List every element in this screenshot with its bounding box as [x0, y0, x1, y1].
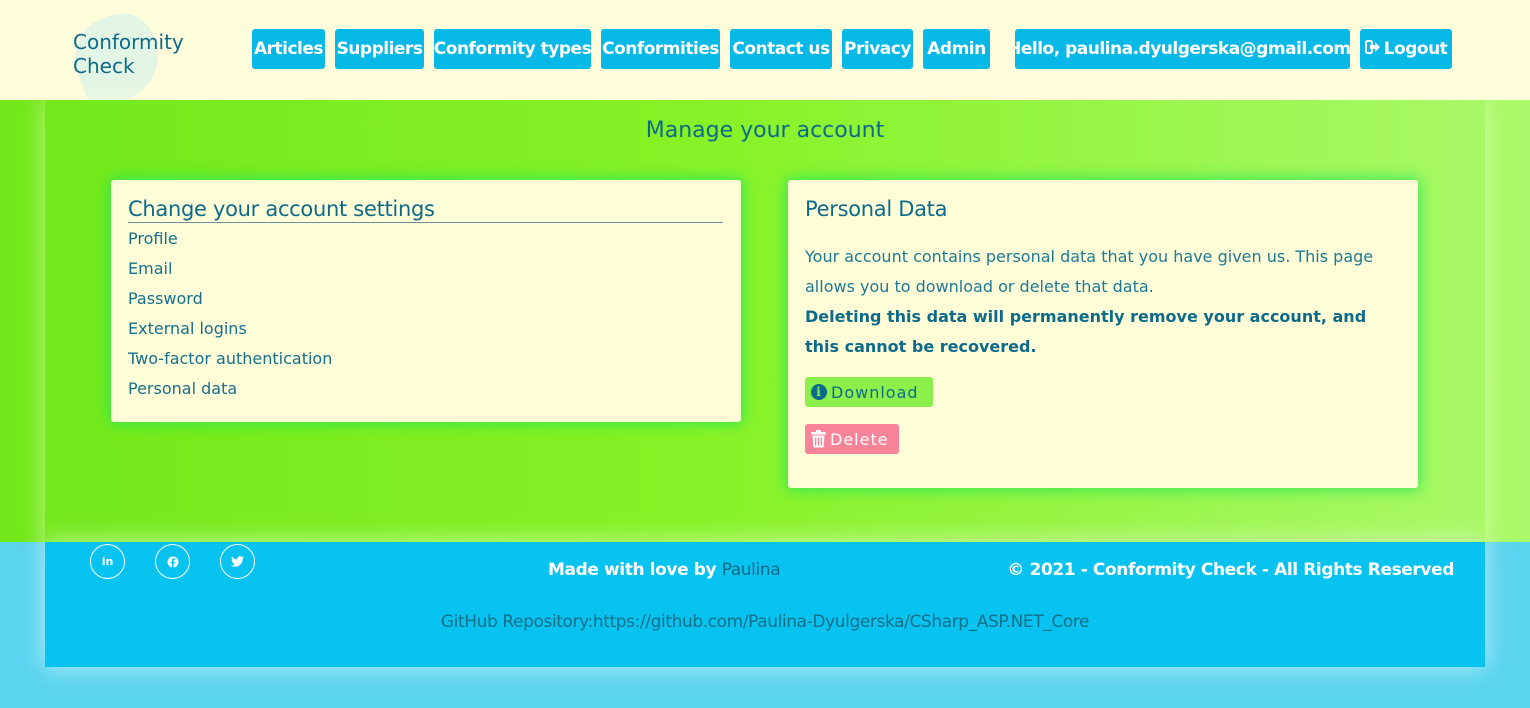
trash-icon [811, 430, 826, 448]
header: Conformity Check Articles Suppliers Conf… [0, 0, 1530, 112]
sign-out-icon [1364, 40, 1380, 58]
settings-item-email[interactable]: Email [128, 259, 332, 289]
nav-articles[interactable]: Articles [252, 29, 325, 69]
personal-data-card: Personal Data Your account contains pers… [788, 180, 1418, 488]
nav-admin[interactable]: Admin [923, 29, 990, 69]
page-title: Manage your account [645, 118, 885, 143]
logout-button[interactable]: Logout [1360, 29, 1452, 69]
personal-data-title: Personal Data [805, 197, 948, 221]
logo[interactable]: Conformity Check [73, 30, 184, 78]
footer: in Made with love by Paulina © 2021 - Co… [45, 542, 1485, 667]
settings-item-two-factor[interactable]: Two-factor authentication [128, 349, 332, 379]
account-settings-card: Change your account settings Profile Ema… [111, 180, 741, 422]
author-link[interactable]: Paulina [722, 560, 781, 580]
personal-data-description: Your account contains personal data that… [805, 247, 1374, 296]
github-link[interactable]: GitHub Repository:https://github.com/Pau… [45, 612, 1485, 632]
linkedin-icon[interactable]: in [90, 544, 125, 579]
settings-title: Change your account settings [128, 196, 723, 223]
settings-item-external-logins[interactable]: External logins [128, 319, 332, 349]
settings-item-password[interactable]: Password [128, 289, 332, 319]
nav-suppliers[interactable]: Suppliers [335, 29, 424, 69]
settings-nav: Profile Email Password External logins T… [128, 229, 332, 409]
delete-button[interactable]: Delete [805, 424, 899, 454]
main-content: Manage your account Change your account … [0, 100, 1530, 542]
settings-item-personal-data[interactable]: Personal data [128, 379, 332, 409]
nav-conformity-types[interactable]: Conformity types [434, 29, 591, 69]
logout-label: Logout [1383, 39, 1448, 59]
copyright: © 2021 - Conformity Check - All Rights R… [1007, 560, 1454, 580]
download-button[interactable]: i Download [805, 377, 933, 407]
nav-privacy[interactable]: Privacy [842, 29, 913, 69]
facebook-icon[interactable] [155, 544, 190, 579]
delete-label: Delete [830, 429, 889, 449]
user-greeting-link[interactable]: Hello, paulina.dyulgerska@gmail.com! [1015, 29, 1350, 69]
info-icon: i [811, 384, 827, 400]
nav-conformities[interactable]: Conformities [601, 29, 720, 69]
made-with-prefix: Made with love by [548, 560, 722, 580]
download-label: Download [831, 382, 919, 402]
nav-contact-us[interactable]: Contact us [730, 29, 832, 69]
delete-warning: Deleting this data will permanently remo… [805, 307, 1367, 356]
made-with-text: Made with love by Paulina [548, 560, 781, 580]
twitter-icon[interactable] [220, 544, 255, 579]
settings-item-profile[interactable]: Profile [128, 229, 332, 259]
